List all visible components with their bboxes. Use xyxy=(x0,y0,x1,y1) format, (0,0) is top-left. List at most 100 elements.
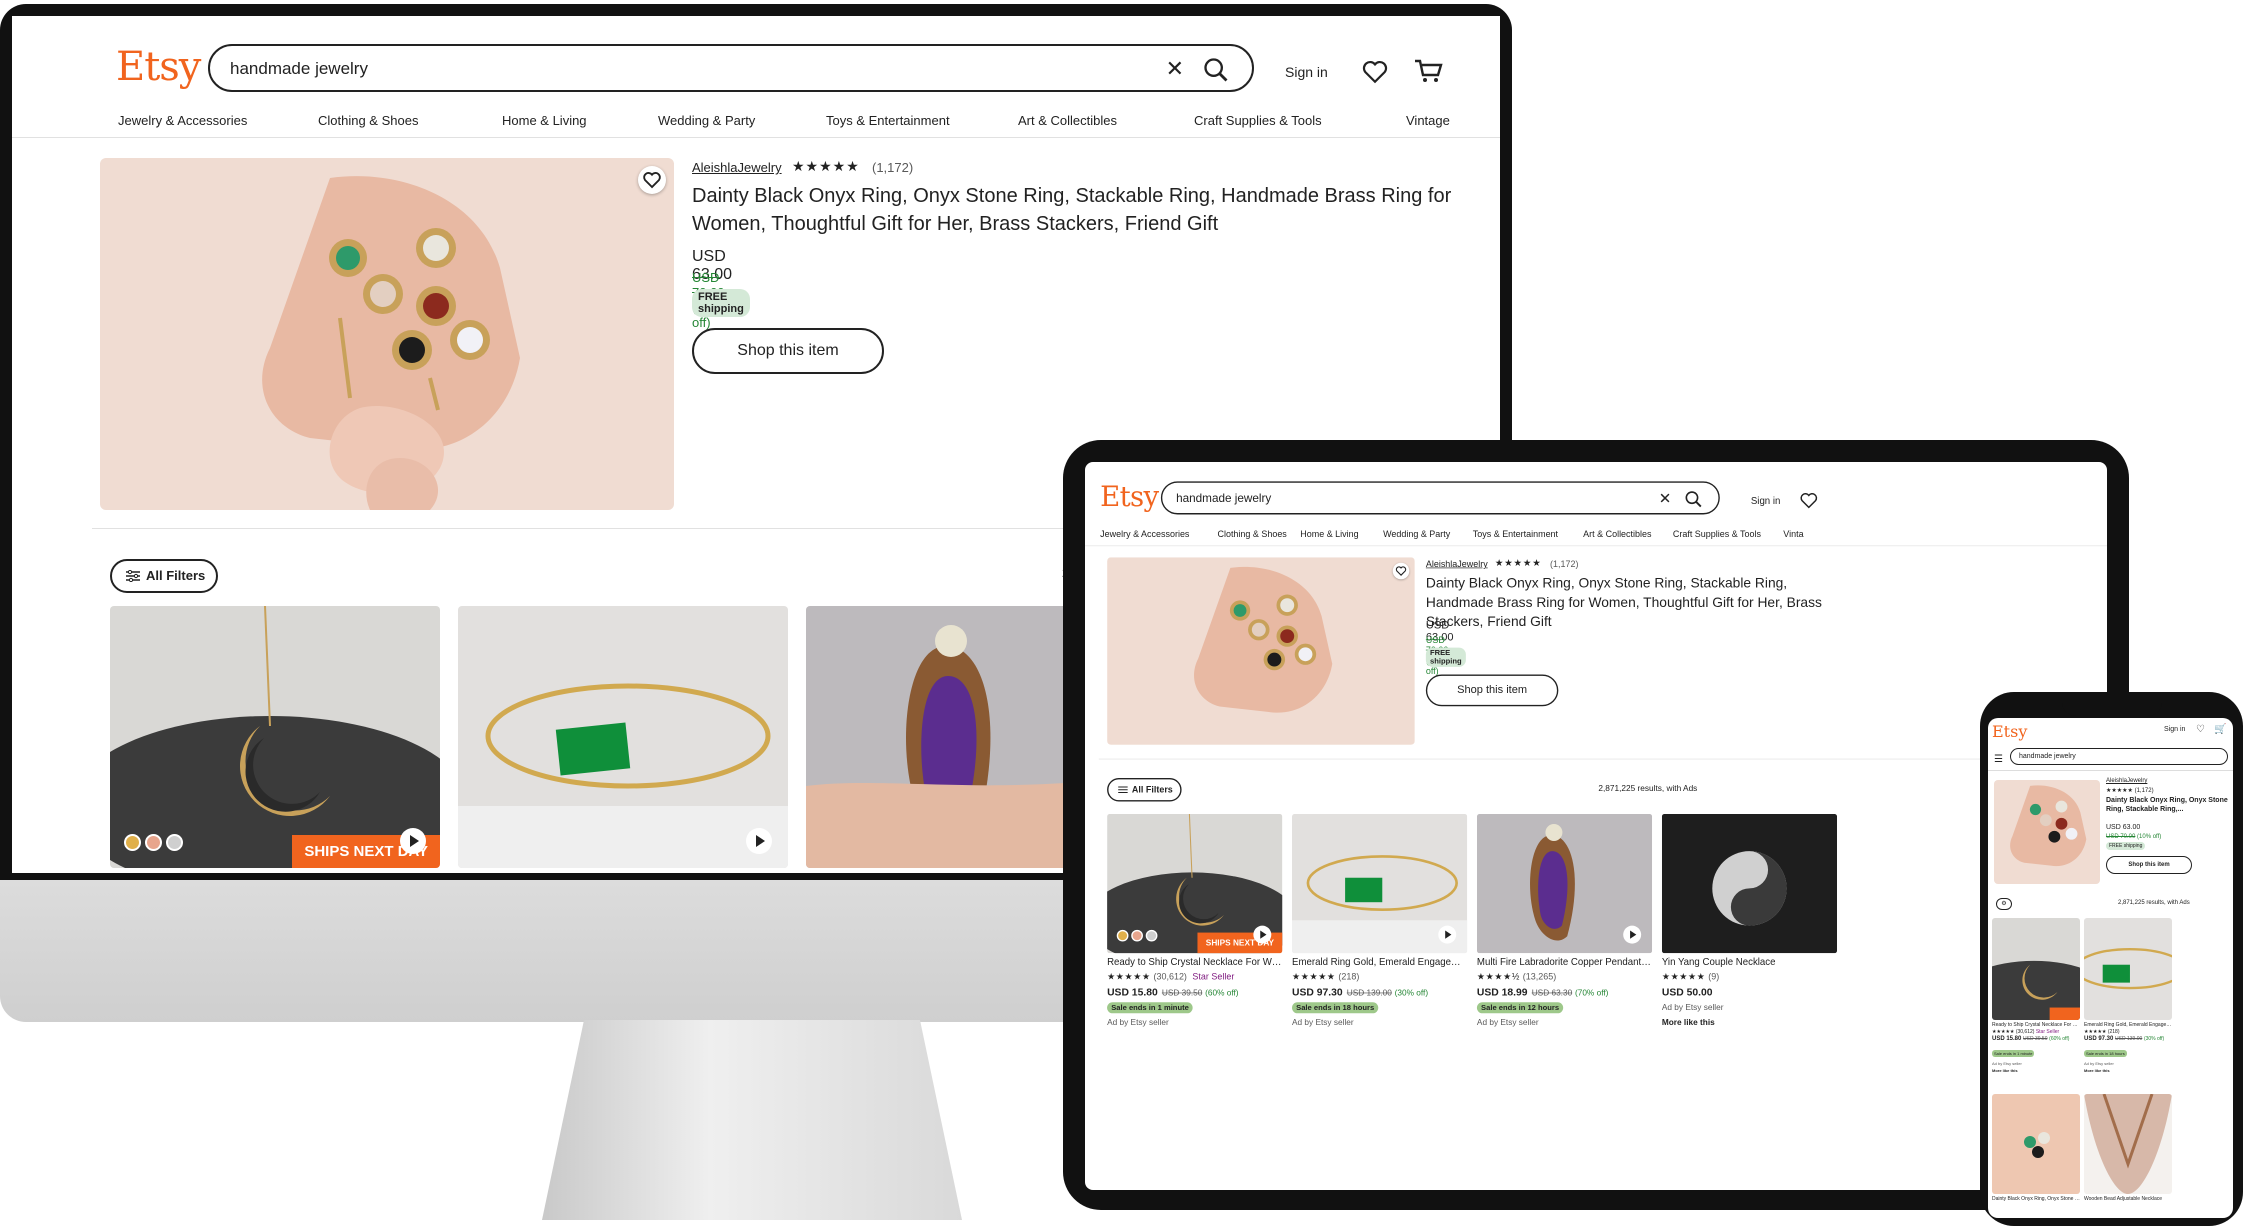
star-seller-badge: Star Seller xyxy=(1192,971,1235,982)
nav-toys[interactable]: Toys & Entertainment xyxy=(1473,529,1558,539)
nav-toys[interactable]: Toys & Entertainment xyxy=(826,113,950,128)
heart-icon xyxy=(1395,566,1407,576)
ad-label: Ad by Etsy seller xyxy=(2084,1061,2114,1066)
close-icon[interactable]: ✕ xyxy=(1659,490,1672,508)
listing-title[interactable]: Yin Yang Couple Necklace xyxy=(1662,956,1837,967)
sign-in-link[interactable]: Sign in xyxy=(1751,495,1781,506)
search-bar[interactable]: handmade jewelry ✕ xyxy=(208,44,1254,92)
nav-vintage[interactable]: Vinta xyxy=(1783,529,1803,539)
listing-card[interactable]: Emerald Ring Gold, Emerald Engagement Ri… xyxy=(458,606,788,873)
nav-jewelry[interactable]: Jewelry & Accessories xyxy=(118,113,247,128)
featured-image[interactable] xyxy=(1994,780,2100,884)
listing-title[interactable]: Emerald Ring Gold, Emerald Engagement Ri… xyxy=(1292,956,1467,967)
nav-clothing[interactable]: Clothing & Shoes xyxy=(1217,529,1286,539)
heart-icon[interactable]: ♡ xyxy=(2196,724,2205,735)
featured-image[interactable] xyxy=(100,158,674,510)
listing-image[interactable] xyxy=(1992,918,2080,1020)
nav-craft[interactable]: Craft Supplies & Tools xyxy=(1673,529,1761,539)
listing-title[interactable]: Ready to Ship Crystal Necklace For Women… xyxy=(1992,1022,2080,1028)
nav-home[interactable]: Home & Living xyxy=(502,113,587,128)
listing-image[interactable] xyxy=(458,606,788,868)
nav-wedding[interactable]: Wedding & Party xyxy=(1383,529,1450,539)
nav-wedding[interactable]: Wedding & Party xyxy=(658,113,755,128)
more-like-this-link[interactable]: More like this xyxy=(1992,1068,2080,1073)
listing-image[interactable] xyxy=(1992,1094,2080,1194)
shop-name-link[interactable]: AleishlaJewelry xyxy=(692,160,782,175)
divider xyxy=(1988,770,2233,771)
listing-title[interactable]: Emerald Ring Gold, Emerald Engagement Ri… xyxy=(2084,1022,2172,1028)
more-like-this-link[interactable]: More like this xyxy=(2084,1068,2172,1073)
listing-card[interactable]: SHIPS NEXT DAY Ready to Ship Crystal Nec… xyxy=(1107,813,1283,1027)
heart-icon[interactable] xyxy=(1362,60,1388,84)
sign-in-link[interactable]: Sign in xyxy=(1285,64,1328,80)
listing-title[interactable]: Ready to Ship Crystal Necklace For Women… xyxy=(1107,956,1282,967)
cart-icon[interactable] xyxy=(1413,58,1443,84)
search-icon[interactable] xyxy=(1684,490,1703,509)
all-filters-button[interactable]: All Filters xyxy=(110,559,218,593)
color-swatches[interactable] xyxy=(1116,929,1160,945)
listing-card[interactable]: Emerald Ring Gold, Emerald Engagement Ri… xyxy=(2084,918,2172,1073)
search-input[interactable]: handmade jewelry xyxy=(2010,748,2228,765)
featured-title[interactable]: Dainty Black Onyx Ring, Onyx Stone Ring,… xyxy=(2106,796,2230,814)
shop-this-item-button[interactable]: Shop this item xyxy=(692,328,884,374)
all-filters-button[interactable]: All Filters xyxy=(1107,778,1182,802)
listing-title[interactable]: Multi Fire Labradorite Copper Pendant Co… xyxy=(1477,956,1652,967)
listing-card[interactable]: SHIPS NEXT DAY Ready to Ship Crystal Nec… xyxy=(110,606,440,873)
play-icon[interactable] xyxy=(1253,925,1272,944)
nav-vintage[interactable]: Vintage xyxy=(1406,113,1450,128)
sign-in-link[interactable]: Sign in xyxy=(2164,726,2185,733)
listing-card[interactable]: Yin Yang Couple Necklace ★★★★★ (9) USD 50… xyxy=(1661,813,1838,1027)
etsy-logo[interactable]: Etsy xyxy=(1100,481,1159,513)
listing-rating: ★★★★★ (9) xyxy=(1661,971,1720,982)
featured-title[interactable]: Dainty Black Onyx Ring, Onyx Stone Ring,… xyxy=(1426,574,1826,632)
shop-this-item-button[interactable]: Shop this item xyxy=(2106,856,2192,874)
close-icon[interactable]: ✕ xyxy=(1166,56,1184,82)
featured-title[interactable]: Dainty Black Onyx Ring, Onyx Stone Ring,… xyxy=(692,182,1492,238)
listing-title[interactable]: Emerald Ring Gold, Emerald Engagement Ri… xyxy=(458,872,788,873)
nav-clothing[interactable]: Clothing & Shoes xyxy=(318,113,418,128)
listing-image[interactable] xyxy=(1476,813,1653,954)
nav-art[interactable]: Art & Collectibles xyxy=(1583,529,1651,539)
search-input[interactable]: handmade jewelry xyxy=(1176,492,1271,506)
listing-title[interactable]: Ready to Ship Crystal Necklace For Women… xyxy=(110,872,440,873)
favorite-button[interactable] xyxy=(638,166,666,194)
nav-art[interactable]: Art & Collectibles xyxy=(1018,113,1117,128)
heart-icon[interactable] xyxy=(1800,492,1818,509)
menu-icon[interactable]: ☰ xyxy=(1994,754,2003,765)
listing-card[interactable]: Ready to Ship Crystal Necklace For Women… xyxy=(1992,918,2080,1073)
etsy-logo[interactable]: Etsy xyxy=(116,44,201,90)
cart-icon[interactable]: 🛒 xyxy=(2214,724,2226,735)
listing-card[interactable]: Multi Fire Labradorite Copper Pendant Co… xyxy=(1476,813,1653,1027)
listing-title[interactable]: Dainty Black Onyx Ring, Onyx Stone Ring xyxy=(1992,1196,2080,1202)
favorite-button[interactable] xyxy=(1392,562,1410,580)
filter-icon[interactable]: ⚙ xyxy=(1996,898,2012,910)
nav-home[interactable]: Home & Living xyxy=(1300,529,1358,539)
nav-jewelry[interactable]: Jewelry & Accessories xyxy=(1100,529,1189,539)
listing-image[interactable] xyxy=(1661,813,1838,954)
play-icon[interactable] xyxy=(1623,925,1642,944)
search-input[interactable]: handmade jewelry xyxy=(230,59,368,79)
listing-image[interactable]: SHIPS NEXT DAY xyxy=(110,606,440,868)
shop-this-item-button[interactable]: Shop this item xyxy=(1425,674,1559,707)
shop-name-link[interactable]: AleishlaJewelry xyxy=(1426,559,1488,569)
featured-image[interactable] xyxy=(1107,557,1415,745)
shop-name-link[interactable]: AleishlaJewelry xyxy=(2106,778,2147,784)
listing-image[interactable] xyxy=(2084,1094,2172,1194)
listing-image[interactable] xyxy=(1292,813,1468,954)
nav-craft[interactable]: Craft Supplies & Tools xyxy=(1194,113,1322,128)
search-icon[interactable] xyxy=(1202,56,1230,84)
listing-image[interactable]: SHIPS NEXT DAY xyxy=(1107,813,1283,954)
free-shipping-badge: FREE shipping xyxy=(692,289,750,317)
play-icon[interactable] xyxy=(400,828,426,854)
play-icon[interactable] xyxy=(746,828,772,854)
category-nav: Jewelry & Accessories Clothing & Shoes H… xyxy=(1100,529,2052,543)
ad-label: Ad by Etsy seller xyxy=(1292,1017,1354,1028)
listing-card[interactable]: Emerald Ring Gold, Emerald Engagement Ri… xyxy=(1292,813,1468,1028)
listing-title[interactable]: Wooden Bead Adjustable Necklace xyxy=(2084,1196,2172,1202)
more-like-this-link[interactable]: More like this xyxy=(1662,1017,1837,1027)
play-icon[interactable] xyxy=(1438,925,1457,944)
color-swatches[interactable] xyxy=(124,834,187,856)
etsy-logo[interactable]: Etsy xyxy=(1992,722,2027,741)
search-bar[interactable]: handmade jewelry ✕ xyxy=(1160,481,1720,515)
listing-image[interactable] xyxy=(2084,918,2172,1020)
